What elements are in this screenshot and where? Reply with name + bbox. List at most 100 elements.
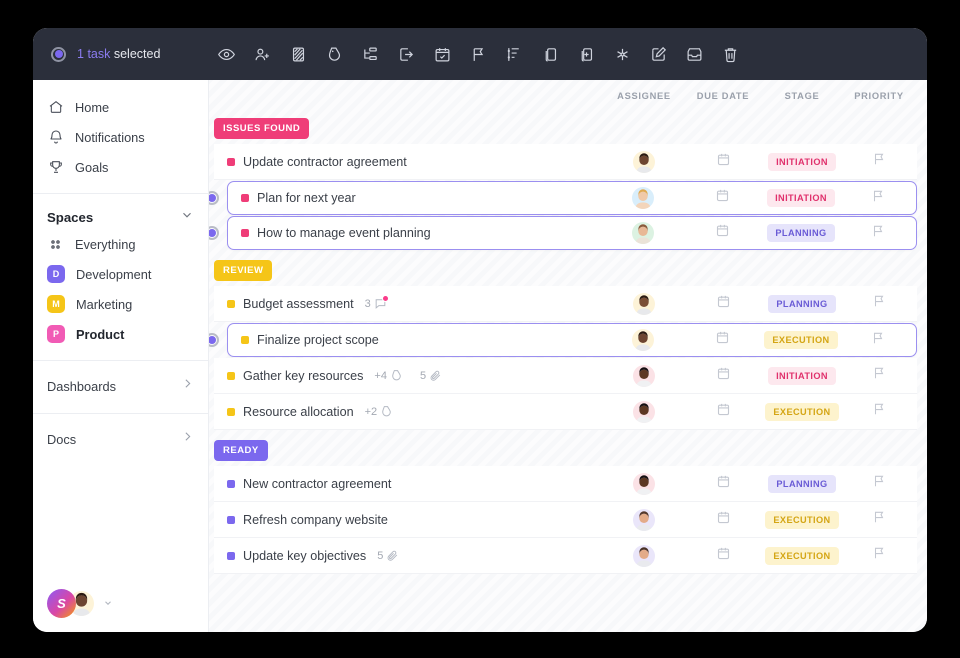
duplicate-icon[interactable] bbox=[568, 37, 604, 71]
priority-cell[interactable] bbox=[841, 402, 917, 421]
due-date-cell[interactable] bbox=[683, 366, 763, 386]
sidebar-item-home[interactable]: Home bbox=[33, 92, 208, 122]
subtask-icon[interactable] bbox=[352, 37, 388, 71]
sort-icon[interactable] bbox=[496, 37, 532, 71]
edit-icon[interactable] bbox=[640, 37, 676, 71]
calendar-icon bbox=[715, 330, 730, 350]
assign-user-icon[interactable] bbox=[244, 37, 280, 71]
due-date-cell[interactable] bbox=[683, 546, 763, 566]
task-row[interactable]: Resource allocation +2 EXECUTION bbox=[214, 394, 917, 430]
task-row[interactable]: Update key objectives 5 EXECUTION bbox=[214, 538, 917, 574]
assignee-cell[interactable] bbox=[605, 400, 683, 423]
task-name: Budget assessment bbox=[243, 296, 354, 311]
group-status-badge[interactable]: REVIEW bbox=[214, 260, 273, 281]
trash-icon[interactable] bbox=[712, 37, 748, 71]
priority-cell[interactable] bbox=[841, 294, 917, 313]
priority-cell[interactable] bbox=[840, 189, 916, 208]
priority-cell[interactable] bbox=[840, 224, 916, 243]
priority-cell[interactable] bbox=[841, 474, 917, 493]
sidebar-item-everything[interactable]: Everything bbox=[33, 229, 208, 259]
sidebar-item-marketing[interactable]: M Marketing bbox=[33, 289, 208, 319]
task-row[interactable]: Gather key resources +4 5 INITIATION bbox=[214, 358, 917, 394]
task-row[interactable]: New contractor agreement PLANNING bbox=[214, 466, 917, 502]
selection-label: 1 task selected bbox=[77, 47, 160, 61]
status-icon[interactable] bbox=[280, 37, 316, 71]
due-date-cell[interactable] bbox=[682, 330, 762, 350]
task-rows: New contractor agreement PLANNING Refresh … bbox=[209, 466, 927, 574]
tag-icon[interactable] bbox=[316, 37, 352, 71]
task-row[interactable]: How to manage event planning PLANNING bbox=[209, 216, 917, 250]
stage-cell[interactable]: EXECUTION bbox=[763, 546, 841, 565]
priority-cell[interactable] bbox=[841, 152, 917, 171]
space-initial-badge: P bbox=[47, 325, 65, 343]
stage-cell[interactable]: INITIATION bbox=[763, 366, 841, 385]
flag-icon bbox=[872, 402, 886, 421]
stage-cell[interactable]: INITIATION bbox=[762, 189, 840, 207]
chevron-right-icon bbox=[181, 430, 194, 448]
row-select-radio[interactable] bbox=[209, 333, 219, 347]
group-status-badge[interactable]: ISSUES FOUND bbox=[214, 118, 310, 139]
assignee-cell[interactable] bbox=[604, 187, 682, 209]
row-select-radio[interactable] bbox=[209, 226, 219, 240]
assignee-cell[interactable] bbox=[605, 292, 683, 315]
flag-icon[interactable] bbox=[460, 37, 496, 71]
stage-cell[interactable]: PLANNING bbox=[763, 294, 841, 313]
priority-cell[interactable] bbox=[840, 331, 916, 350]
task-name-cell: Resource allocation +2 bbox=[214, 405, 605, 419]
spaces-title: Spaces bbox=[47, 209, 94, 225]
assignee-cell[interactable] bbox=[605, 544, 683, 567]
due-date-cell[interactable] bbox=[683, 402, 763, 422]
due-date-cell[interactable] bbox=[683, 510, 763, 530]
stage-cell[interactable]: EXECUTION bbox=[763, 510, 841, 529]
copy-icon[interactable] bbox=[532, 37, 568, 71]
stage-tag: PLANNING bbox=[767, 224, 835, 242]
stage-cell[interactable]: EXECUTION bbox=[763, 402, 841, 421]
sidebar-item-development[interactable]: D Development bbox=[33, 259, 208, 289]
task-name-cell: Finalize project scope bbox=[228, 333, 604, 347]
assignee-cell[interactable] bbox=[605, 364, 683, 387]
sidebar-item-docs[interactable]: Docs bbox=[33, 423, 208, 455]
due-date-cell[interactable] bbox=[683, 152, 763, 172]
assignee-cell[interactable] bbox=[605, 150, 683, 173]
task-row[interactable]: Plan for next year INITIATION bbox=[209, 181, 917, 215]
stage-cell[interactable]: INITIATION bbox=[763, 152, 841, 171]
task-row[interactable]: Finalize project scope EXECUTION bbox=[209, 323, 917, 357]
task-row[interactable]: Budget assessment 3 PLANNING bbox=[214, 286, 917, 322]
calendar-icon[interactable] bbox=[424, 37, 460, 71]
sidebar-item-dashboards[interactable]: Dashboards bbox=[33, 370, 208, 402]
stage-cell[interactable]: PLANNING bbox=[763, 474, 841, 493]
task-row[interactable]: Update contractor agreement INITIATION bbox=[214, 144, 917, 180]
due-date-cell[interactable] bbox=[683, 474, 763, 494]
avatar bbox=[632, 222, 654, 244]
selection-indicator[interactable] bbox=[51, 46, 66, 62]
calendar-icon bbox=[716, 546, 731, 566]
stage-cell[interactable]: EXECUTION bbox=[762, 331, 840, 349]
spaces-header[interactable]: Spaces bbox=[33, 203, 208, 229]
chevron-right-icon bbox=[181, 377, 194, 395]
priority-cell[interactable] bbox=[841, 546, 917, 565]
column-header-stage: STAGE bbox=[784, 91, 820, 101]
assignee-cell[interactable] bbox=[604, 222, 682, 244]
sidebar-item-goals[interactable]: Goals bbox=[33, 152, 208, 182]
assignee-cell[interactable] bbox=[605, 472, 683, 495]
move-icon[interactable] bbox=[388, 37, 424, 71]
assignee-cell[interactable] bbox=[605, 508, 683, 531]
chevron-down-icon[interactable] bbox=[180, 208, 194, 227]
merge-icon[interactable] bbox=[604, 37, 640, 71]
due-date-cell[interactable] bbox=[683, 294, 763, 314]
assignee-cell[interactable] bbox=[604, 329, 682, 351]
sidebar-item-notifications[interactable]: Notifications bbox=[33, 122, 208, 152]
row-select-radio[interactable] bbox=[209, 191, 219, 205]
archive-icon[interactable] bbox=[676, 37, 712, 71]
watch-icon[interactable] bbox=[208, 37, 244, 71]
user-menu-chevron-icon[interactable] bbox=[103, 595, 113, 613]
due-date-cell[interactable] bbox=[682, 223, 762, 243]
priority-cell[interactable] bbox=[841, 510, 917, 529]
due-date-cell[interactable] bbox=[682, 188, 762, 208]
priority-cell[interactable] bbox=[841, 366, 917, 385]
workspace-avatar[interactable]: S bbox=[47, 589, 76, 618]
task-row[interactable]: Refresh company website EXECUTION bbox=[214, 502, 917, 538]
sidebar-item-product[interactable]: P Product bbox=[33, 319, 208, 349]
stage-cell[interactable]: PLANNING bbox=[762, 224, 840, 242]
group-status-badge[interactable]: READY bbox=[214, 440, 268, 461]
